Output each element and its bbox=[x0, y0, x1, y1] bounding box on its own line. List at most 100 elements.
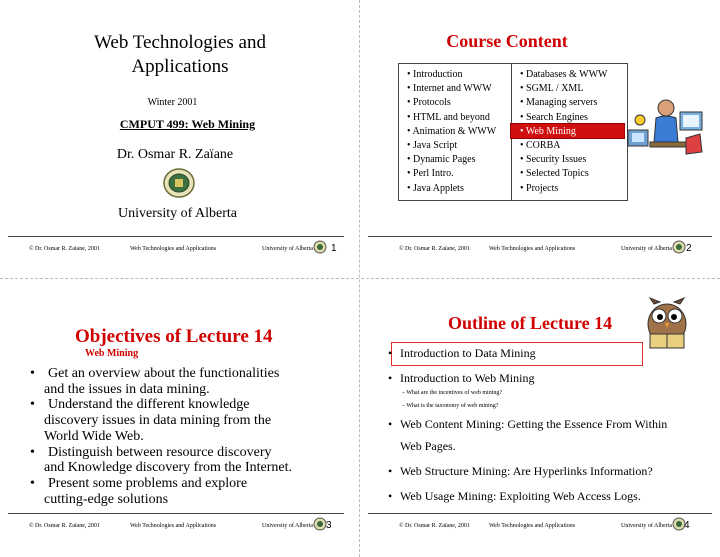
objective-item: • Understand the different knowledge disc… bbox=[30, 397, 360, 444]
outline-list: • Introduction to Data Mining • Introductio… bbox=[388, 345, 718, 513]
objective-text: Distinguish between resource discovery bbox=[48, 444, 272, 460]
footer-copyright: © Dr. Osmar R. Zaïane, 2001 bbox=[399, 246, 470, 252]
topic-label: Perl Intro. bbox=[413, 168, 454, 180]
bullet-icon: • bbox=[30, 475, 35, 491]
slide1-title-line1: Web Technologies and bbox=[94, 32, 266, 53]
objective-text: cutting-edge solutions bbox=[44, 491, 169, 507]
slide1-title-line2: Applications bbox=[131, 56, 229, 77]
outline-subitem: – What is the taxonomy of web mining? bbox=[402, 403, 499, 409]
slide3-title: Objectives of Lecture 14 bbox=[75, 326, 273, 347]
term-label: Winter 2001 bbox=[147, 97, 198, 108]
objective-item: • Present some problems and explore cutti… bbox=[30, 476, 360, 507]
objective-text: and Knowledge discovery from the Interne… bbox=[44, 460, 293, 476]
topic-item: • Java Script bbox=[407, 139, 496, 153]
topic-label: Animation & WWW bbox=[412, 125, 497, 137]
topic-label: HTML and beyond bbox=[413, 111, 490, 123]
topic-label: Databases & WWW bbox=[526, 69, 608, 80]
bullet-icon: • bbox=[30, 397, 35, 413]
footer-rule bbox=[368, 236, 712, 237]
slide3-subtitle: Web Mining bbox=[85, 348, 139, 359]
page-number: 3 bbox=[326, 520, 332, 531]
slide-1: Web Technologies and Applications Winter… bbox=[0, 0, 352, 270]
topic-item: • HTML and beyond bbox=[407, 111, 496, 125]
topic-label: Dynamic Pages bbox=[413, 154, 476, 166]
slide-2: Course Content • Introduction • Internet … bbox=[360, 0, 712, 270]
topic-list-right: • Databases & WWW • SGML / XML • Managing … bbox=[520, 68, 607, 196]
topic-item: • Animation & WWW bbox=[407, 125, 496, 139]
footer-rule bbox=[368, 513, 712, 514]
topic-item: • Databases & WWW bbox=[520, 68, 607, 82]
footer-university: University of Alberta bbox=[262, 246, 313, 252]
bullet-icon: • bbox=[30, 366, 35, 381]
page-number: 4 bbox=[684, 520, 690, 531]
outline-item: • Web Usage Mining: Exploiting Web Access… bbox=[388, 488, 718, 504]
footer-rule bbox=[8, 513, 344, 514]
topic-item: • SGML / XML bbox=[520, 82, 607, 96]
web-clipart-icon bbox=[627, 99, 703, 155]
bullet-icon: • bbox=[388, 371, 393, 385]
topic-item: • CORBA bbox=[520, 139, 607, 153]
footer-university: University of Alberta bbox=[621, 523, 672, 529]
objective-text: World Wide Web. bbox=[44, 428, 144, 444]
topic-item: • Protocols bbox=[407, 96, 496, 110]
topic-label: Introduction bbox=[413, 69, 463, 80]
topic-label: Web Mining bbox=[525, 125, 576, 137]
topic-item: • Dynamic Pages bbox=[407, 153, 496, 167]
footer-copyright: © Dr. Osmar R. Zaïane, 2001 bbox=[29, 246, 100, 252]
bullet-icon: • bbox=[30, 444, 35, 460]
topic-item: • Web Mining bbox=[520, 125, 607, 139]
course-title: CMPUT 499: Web Mining bbox=[119, 117, 256, 131]
topic-label: Managing servers bbox=[526, 97, 598, 109]
outline-subitem: – What are the incentives of web mining? bbox=[402, 390, 503, 396]
university-name: University of Alberta bbox=[118, 206, 237, 221]
university-crest-icon bbox=[163, 168, 195, 198]
objective-text: Present some problems and explore bbox=[48, 475, 248, 491]
outline-text: Web Pages. bbox=[400, 439, 456, 453]
bullet-icon: • bbox=[388, 417, 393, 431]
objective-text: and the issues in data mining. bbox=[44, 381, 210, 397]
footer-university: University of Alberta bbox=[621, 246, 672, 252]
topic-label: Selected Topics bbox=[526, 168, 589, 180]
outline-item: • Introduction to Data Mining bbox=[388, 345, 718, 361]
outline-text: Web Structure Mining: Are Hyperlinks Inf… bbox=[400, 464, 653, 478]
slide4-title: Outline of Lecture 14 bbox=[448, 313, 613, 333]
objectives-list: • Get an overview about the functionalit… bbox=[30, 366, 360, 507]
author-name: Dr. Osmar R. Zaïane bbox=[116, 147, 234, 162]
footer-course: Web Technologies and Applications bbox=[489, 246, 576, 252]
topic-label: Projects bbox=[526, 182, 559, 194]
page-number: 1 bbox=[331, 243, 337, 254]
topic-item: • Internet and WWW bbox=[407, 82, 496, 96]
topic-label: CORBA bbox=[526, 140, 561, 152]
objective-item: • Get an overview about the functionalit… bbox=[30, 366, 360, 397]
topic-item: • Introduction bbox=[407, 68, 496, 82]
outline-item: • Web Content Mining: Getting the Essence… bbox=[388, 416, 718, 454]
outline-text: Web Usage Mining: Exploiting Web Access … bbox=[400, 489, 641, 503]
objective-text: Understand the different knowledge bbox=[48, 397, 250, 413]
topic-label: Protocols bbox=[413, 97, 451, 109]
footer-course: Web Technologies and Applications bbox=[489, 523, 576, 529]
topic-item: • Security Issues bbox=[520, 153, 607, 167]
objective-item: • Distinguish between resource discovery… bbox=[30, 445, 360, 476]
outline-text: Introduction to Web Mining bbox=[400, 371, 535, 385]
footer-course: Web Technologies and Applications bbox=[130, 246, 217, 252]
page-number: 2 bbox=[686, 243, 692, 254]
topic-item: • Projects bbox=[520, 182, 607, 196]
bullet-icon: • bbox=[388, 464, 393, 478]
objective-text: discovery issues in data mining from the bbox=[44, 413, 272, 429]
topic-label: Java Applets bbox=[413, 182, 464, 194]
topic-label: Internet and WWW bbox=[413, 83, 492, 95]
bullet-icon: • bbox=[388, 346, 393, 360]
topic-item: • Perl Intro. bbox=[407, 167, 496, 181]
objective-text: Get an overview about the functionalitie… bbox=[48, 366, 280, 381]
outline-text: Introduction to Data Mining bbox=[400, 346, 536, 360]
slide2-title: Course Content bbox=[446, 31, 568, 51]
footer-copyright: © Dr. Osmar R. Zaïane, 2001 bbox=[399, 523, 470, 529]
footer-crest-icon bbox=[313, 517, 327, 531]
topic-label: Security Issues bbox=[526, 154, 587, 166]
topic-item: • Java Applets bbox=[407, 182, 496, 196]
footer-copyright: © Dr. Osmar R. Zaïane, 2001 bbox=[29, 523, 100, 529]
outline-item: • Introduction to Web Mining – What are th… bbox=[388, 370, 718, 412]
outline-item: • Web Structure Mining: Are Hyperlinks In… bbox=[388, 463, 718, 479]
topic-item: • Selected Topics bbox=[520, 167, 607, 181]
topic-label: Search Engines bbox=[526, 111, 588, 123]
